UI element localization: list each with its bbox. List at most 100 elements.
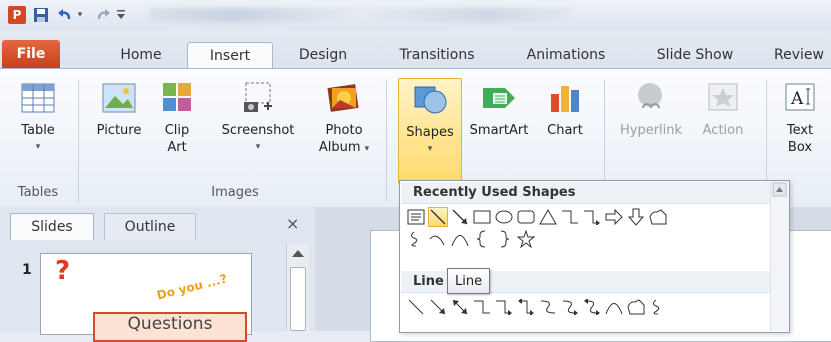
powerpoint-logo-icon: P bbox=[8, 6, 26, 24]
right-brace-shape-icon[interactable] bbox=[494, 229, 514, 249]
text-box-shape-icon[interactable] bbox=[406, 207, 426, 227]
photo-album-label-line1: Photo bbox=[325, 123, 363, 138]
photo-album-label-line2: Album bbox=[318, 140, 361, 155]
clip-art-icon bbox=[159, 80, 195, 116]
smartart-label: SmartArt bbox=[469, 123, 529, 138]
close-pane-icon[interactable]: × bbox=[286, 214, 299, 233]
line-tooltip: Line bbox=[447, 268, 491, 294]
screenshot-icon bbox=[240, 80, 276, 116]
clip-art-button[interactable]: Clip Art bbox=[155, 80, 199, 156]
tab-insert[interactable]: Insert bbox=[187, 42, 273, 69]
scroll-thumb[interactable] bbox=[290, 267, 306, 331]
chart-icon bbox=[547, 80, 583, 116]
screenshot-label: Screenshot bbox=[221, 123, 295, 138]
chart-button[interactable]: Chart bbox=[540, 80, 590, 139]
arrow-line-shape-icon[interactable] bbox=[450, 207, 470, 227]
elbow-connector-shape-icon[interactable] bbox=[560, 207, 580, 227]
shapes-label: Shapes bbox=[406, 125, 454, 140]
pane-scrollbar[interactable] bbox=[286, 243, 309, 331]
tab-transitions[interactable]: Transitions bbox=[384, 42, 490, 68]
photo-album-button[interactable]: Photo Album ▾ bbox=[314, 80, 374, 158]
chart-label: Chart bbox=[547, 123, 583, 138]
shapes-dropdown-icon: ▾ bbox=[427, 144, 433, 154]
curved-connector-icon[interactable] bbox=[538, 297, 558, 317]
shapes-menu-scrollbar[interactable] bbox=[770, 181, 789, 331]
action-icon bbox=[705, 80, 741, 116]
screenshot-button[interactable]: Screenshot ▾ bbox=[210, 80, 306, 156]
star-shape-icon[interactable] bbox=[516, 229, 536, 249]
double-arrow-icon[interactable] bbox=[450, 297, 470, 317]
triangle-shape-icon[interactable] bbox=[538, 207, 558, 227]
arc-shape-icon[interactable] bbox=[450, 229, 470, 249]
thumb-title: Questions bbox=[93, 312, 247, 342]
tab-home[interactable]: Home bbox=[108, 42, 174, 68]
text-box-label-line1: Text bbox=[786, 123, 814, 138]
undo-icon[interactable] bbox=[56, 6, 74, 24]
slide-thumbnail[interactable]: ? Do you ...? Questions bbox=[40, 253, 252, 342]
separator bbox=[78, 80, 79, 202]
customize-qat-icon[interactable] bbox=[116, 6, 126, 24]
picture-button[interactable]: Picture bbox=[90, 80, 148, 139]
group-label-images: Images bbox=[211, 184, 259, 200]
shapes-button[interactable]: Shapes ▾ bbox=[398, 78, 462, 184]
curved-double-arrow-icon[interactable] bbox=[582, 297, 602, 317]
elbow-double-arrow-icon[interactable] bbox=[516, 297, 536, 317]
right-arrow-shape-icon[interactable] bbox=[604, 207, 624, 227]
screenshot-dropdown-icon: ▾ bbox=[255, 142, 261, 152]
group-label-tables: Tables bbox=[17, 184, 59, 200]
freeform-icon[interactable] bbox=[626, 297, 646, 317]
clip-art-label-line2: Art bbox=[167, 140, 187, 155]
rounded-rectangle-shape-icon[interactable] bbox=[516, 207, 536, 227]
tab-animations[interactable]: Animations bbox=[514, 42, 618, 68]
snip-shape-icon[interactable] bbox=[648, 207, 668, 227]
hyperlink-button[interactable]: Hyperlink bbox=[612, 80, 690, 139]
elbow-arrow-connector-icon[interactable] bbox=[494, 297, 514, 317]
action-button[interactable]: Action bbox=[692, 80, 754, 139]
table-button[interactable]: Table ▾ bbox=[10, 80, 66, 156]
table-dropdown-icon: ▾ bbox=[35, 142, 41, 152]
smartart-button[interactable]: SmartArt bbox=[464, 80, 534, 139]
tab-outline[interactable]: Outline bbox=[104, 213, 196, 240]
thumb-tagline: Do you ...? bbox=[155, 271, 229, 303]
oval-shape-icon[interactable] bbox=[494, 207, 514, 227]
action-label: Action bbox=[702, 123, 744, 138]
recent-shapes-row-1 bbox=[406, 207, 670, 227]
tab-file[interactable]: File bbox=[2, 40, 60, 68]
freeform-shape-icon[interactable] bbox=[406, 229, 426, 249]
lines-row bbox=[406, 297, 670, 317]
svg-text:A: A bbox=[790, 89, 804, 109]
elbow-connector-icon[interactable] bbox=[472, 297, 492, 317]
redo-icon[interactable] bbox=[94, 6, 112, 24]
save-icon[interactable] bbox=[32, 6, 50, 24]
question-mark-image: ? bbox=[55, 256, 71, 286]
tab-slide-show[interactable]: Slide Show bbox=[641, 42, 749, 68]
down-arrow-shape-icon[interactable] bbox=[626, 207, 646, 227]
tab-slides[interactable]: Slides bbox=[10, 213, 94, 240]
undo-dropdown-icon[interactable]: ▾ bbox=[75, 6, 85, 24]
recent-shapes-row-2 bbox=[406, 229, 538, 249]
separator bbox=[386, 80, 387, 202]
curve-shape-icon[interactable] bbox=[428, 229, 448, 249]
line-icon[interactable] bbox=[406, 297, 426, 317]
smartart-icon bbox=[481, 80, 517, 116]
table-label: Table bbox=[21, 123, 55, 138]
arrow-icon[interactable] bbox=[428, 297, 448, 317]
scribble-icon[interactable] bbox=[648, 297, 668, 317]
slide-number: 1 bbox=[22, 262, 32, 278]
curved-arrow-connector-icon[interactable] bbox=[560, 297, 580, 317]
text-box-button[interactable]: A Text Box bbox=[774, 80, 826, 156]
shapes-dropdown-menu: Recently Used Shapes Line bbox=[399, 180, 790, 333]
rectangle-shape-icon[interactable] bbox=[472, 207, 492, 227]
hyperlink-label: Hyperlink bbox=[619, 123, 683, 138]
text-box-label-line2: Box bbox=[787, 140, 813, 155]
left-brace-shape-icon[interactable] bbox=[472, 229, 492, 249]
tab-design[interactable]: Design bbox=[286, 42, 360, 68]
table-icon bbox=[20, 80, 56, 116]
picture-icon bbox=[101, 80, 137, 116]
curve-icon[interactable] bbox=[604, 297, 624, 317]
tab-review[interactable]: Review bbox=[774, 42, 831, 68]
text-box-icon: A bbox=[782, 80, 818, 116]
line-shape-icon[interactable] bbox=[428, 207, 448, 227]
picture-label: Picture bbox=[96, 123, 142, 138]
elbow-arrow-connector-shape-icon[interactable] bbox=[582, 207, 602, 227]
